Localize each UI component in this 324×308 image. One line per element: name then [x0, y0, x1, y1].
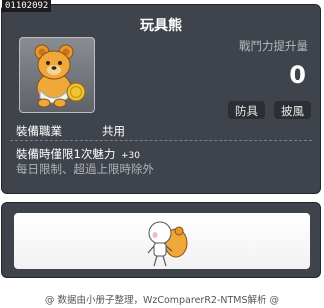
- limit-note: 每日限制、超過上限時除外: [16, 162, 154, 176]
- equip-bonus: +30: [120, 151, 140, 161]
- preview-area: [14, 213, 310, 269]
- character-preview-icon: [147, 221, 188, 267]
- divider: [10, 140, 312, 141]
- equip-text: 裝備時僅限1次魅力: [16, 147, 116, 161]
- combat-power-value: 0: [289, 61, 306, 89]
- combat-power-label: 戰鬥力提升量: [239, 39, 308, 53]
- job-value: 共用: [102, 124, 125, 138]
- item-id: 01102092: [2, 0, 52, 12]
- job-label: 裝備職業: [16, 124, 62, 138]
- footer-credit: @ 数据由小册子整理，WzComparerR2-NTMS解析 @: [44, 295, 280, 306]
- tag-armor: 防具: [228, 101, 265, 119]
- equip-description: 裝備時僅限1次魅力 +30: [16, 146, 140, 162]
- tag-cape: 披風: [274, 101, 311, 119]
- item-icon-frame: [19, 37, 95, 113]
- item-tooltip-card: 玩具熊 戰鬥力提升量 0 防具 披風 裝備職業 共用 裝備時僅限1次魅力 +30…: [1, 4, 321, 194]
- teddy-bear-icon: [34, 44, 86, 108]
- item-name: 玩具熊: [140, 18, 182, 34]
- character-preview-panel: [1, 202, 321, 278]
